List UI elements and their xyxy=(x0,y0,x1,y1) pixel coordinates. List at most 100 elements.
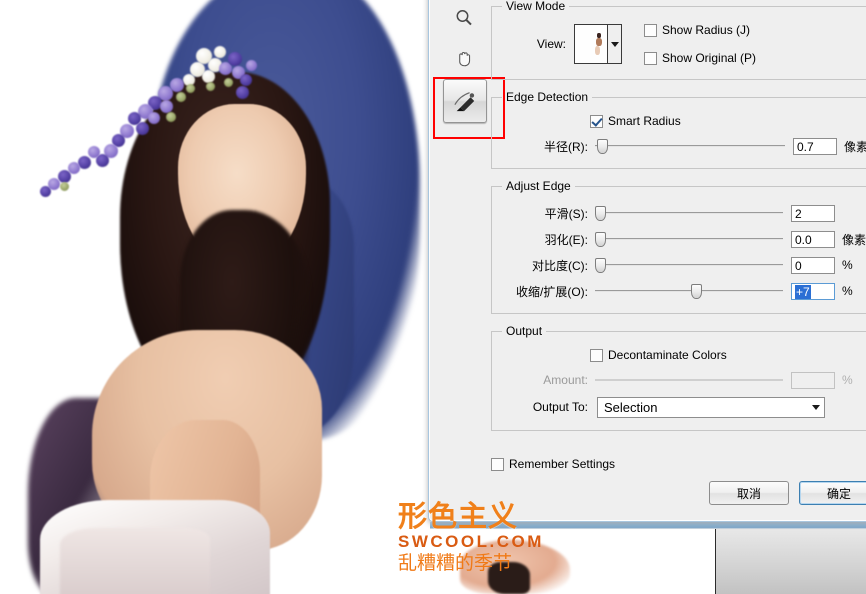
feather-slider[interactable] xyxy=(595,231,783,247)
feather-value-input[interactable]: 0.0 xyxy=(791,230,835,248)
show-radius-label: Show Radius (J) xyxy=(662,23,751,37)
adjust-edge-group: Adjust Edge 平滑(S): 2 羽化(E): 0.0 像素 对比度(C… xyxy=(491,179,866,314)
shift-edge-slider[interactable] xyxy=(595,283,783,299)
edge-detection-legend: Edge Detection xyxy=(506,90,589,104)
decontaminate-colors-label: Decontaminate Colors xyxy=(608,348,727,362)
amount-slider xyxy=(595,372,783,388)
remember-settings-label: Remember Settings xyxy=(509,457,616,471)
feather-row: 羽化(E): 0.0 像素 xyxy=(502,227,866,251)
feather-slider-track xyxy=(595,238,783,240)
flower-petal xyxy=(148,112,160,124)
radius-slider-track xyxy=(595,145,785,147)
refine-radius-brush-tool[interactable] xyxy=(443,79,487,123)
output-legend: Output xyxy=(506,324,543,338)
shift-edge-slider-track xyxy=(595,290,783,292)
dialog-tool-strip xyxy=(443,0,491,125)
watermark: 形色主义 SWCOOL.COM 乱糟糟的季节 xyxy=(398,502,598,573)
view-label: View: xyxy=(536,37,566,51)
contrast-slider[interactable] xyxy=(595,257,783,273)
radius-slider-thumb[interactable] xyxy=(596,139,608,154)
smooth-slider[interactable] xyxy=(595,205,783,221)
view-preview-dropdown[interactable] xyxy=(574,24,622,64)
shift-edge-unit: % xyxy=(842,284,853,298)
smart-radius-row[interactable]: Smart Radius xyxy=(590,110,866,132)
gray-panel xyxy=(715,529,866,594)
contrast-value-input[interactable]: 0 xyxy=(791,256,835,274)
image-canvas[interactable] xyxy=(0,0,430,594)
remember-settings-row[interactable]: Remember Settings xyxy=(491,453,615,475)
amount-unit: % xyxy=(842,373,853,387)
contrast-slider-thumb[interactable] xyxy=(595,258,606,273)
dialog-panel-body: View Mode View: Show Radius (J) Show Ori… xyxy=(491,0,866,441)
edge-detection-group: Edge Detection Smart Radius 半径(R): 0.7 像… xyxy=(491,90,866,169)
hand-icon xyxy=(458,51,470,66)
flower-petal xyxy=(202,70,215,83)
show-original-checkbox[interactable] xyxy=(644,51,657,65)
flower-petal xyxy=(40,186,51,197)
watermark-title: 形色主义 xyxy=(398,499,519,533)
view-mode-group: View Mode View: Show Radius (J) Show Ori… xyxy=(491,0,866,80)
remember-settings-checkbox[interactable] xyxy=(491,457,504,471)
radius-value-input[interactable]: 0.7 xyxy=(792,137,837,155)
flower-petal xyxy=(214,46,226,58)
view-mode-legend: View Mode xyxy=(506,0,566,13)
magnifier-icon xyxy=(456,10,472,26)
output-to-row: Output To: Selection xyxy=(502,394,866,420)
smart-radius-label: Smart Radius xyxy=(608,114,681,128)
ok-button[interactable]: 确定 xyxy=(799,481,866,505)
view-thumbnail-figure xyxy=(593,33,605,57)
show-original-label: Show Original (P) xyxy=(662,51,757,65)
smooth-label: 平滑(S): xyxy=(544,206,588,221)
flower-petal xyxy=(186,84,195,93)
shift-edge-label: 收缩/扩展(O): xyxy=(516,284,588,299)
view-thumbnail xyxy=(575,25,608,63)
flower-petal xyxy=(240,74,252,86)
smart-radius-checkbox[interactable] xyxy=(590,114,603,128)
adjust-edge-legend: Adjust Edge xyxy=(506,179,571,193)
smooth-value-input[interactable]: 2 xyxy=(791,204,835,222)
amount-row: Amount: % xyxy=(502,368,866,392)
watermark-url: SWCOOL.COM xyxy=(398,532,544,551)
shift-edge-value-text: +7 xyxy=(795,284,811,299)
contrast-row: 对比度(C): 0 % xyxy=(502,253,866,277)
cancel-button[interactable]: 取消 xyxy=(709,481,789,505)
flower-petal xyxy=(166,112,176,122)
amount-value-input xyxy=(791,371,835,389)
output-to-value: Selection xyxy=(604,399,658,415)
refine-brush-icon xyxy=(454,92,475,112)
amount-label: Amount: xyxy=(543,373,588,387)
smooth-row: 平滑(S): 2 xyxy=(502,201,866,225)
zoom-tool[interactable] xyxy=(443,0,485,37)
hand-tool[interactable] xyxy=(443,39,485,77)
flower-petal xyxy=(224,78,233,87)
show-original-row[interactable]: Show Original (P) xyxy=(644,47,756,69)
chevron-down-icon xyxy=(610,41,619,47)
feather-slider-thumb[interactable] xyxy=(595,232,606,247)
flower-petal xyxy=(136,122,149,135)
show-radius-row[interactable]: Show Radius (J) xyxy=(644,19,756,41)
chevron-down-icon xyxy=(812,404,820,410)
shift-edge-slider-thumb[interactable] xyxy=(690,284,702,299)
flower-petal xyxy=(88,146,100,158)
contrast-label: 对比度(C): xyxy=(532,258,588,273)
shift-edge-value-input[interactable]: +7 xyxy=(791,282,835,300)
flower-petal xyxy=(228,52,242,66)
smooth-slider-thumb[interactable] xyxy=(595,206,606,221)
dialog-button-row: 取消 确定 xyxy=(709,481,866,505)
radius-unit: 像素 xyxy=(843,139,866,154)
output-to-label: Output To: xyxy=(532,400,588,414)
radius-label: 半径(R): xyxy=(544,139,588,154)
output-to-select[interactable]: Selection xyxy=(597,396,825,418)
show-radius-checkbox[interactable] xyxy=(644,23,657,37)
flower-petal xyxy=(206,82,215,91)
decontaminate-colors-checkbox[interactable] xyxy=(590,348,603,362)
radius-slider[interactable] xyxy=(595,138,785,154)
flower-petal xyxy=(236,86,249,99)
contrast-unit: % xyxy=(842,258,853,272)
model-dress-fold xyxy=(60,528,210,594)
view-dropdown-arrow[interactable] xyxy=(607,25,621,63)
decontaminate-row[interactable]: Decontaminate Colors xyxy=(590,344,866,366)
flower-petal xyxy=(176,92,186,102)
refine-edge-dialog: View Mode View: Show Radius (J) Show Ori… xyxy=(428,0,866,522)
output-group: Output Decontaminate Colors Amount: % Ou… xyxy=(491,324,866,431)
